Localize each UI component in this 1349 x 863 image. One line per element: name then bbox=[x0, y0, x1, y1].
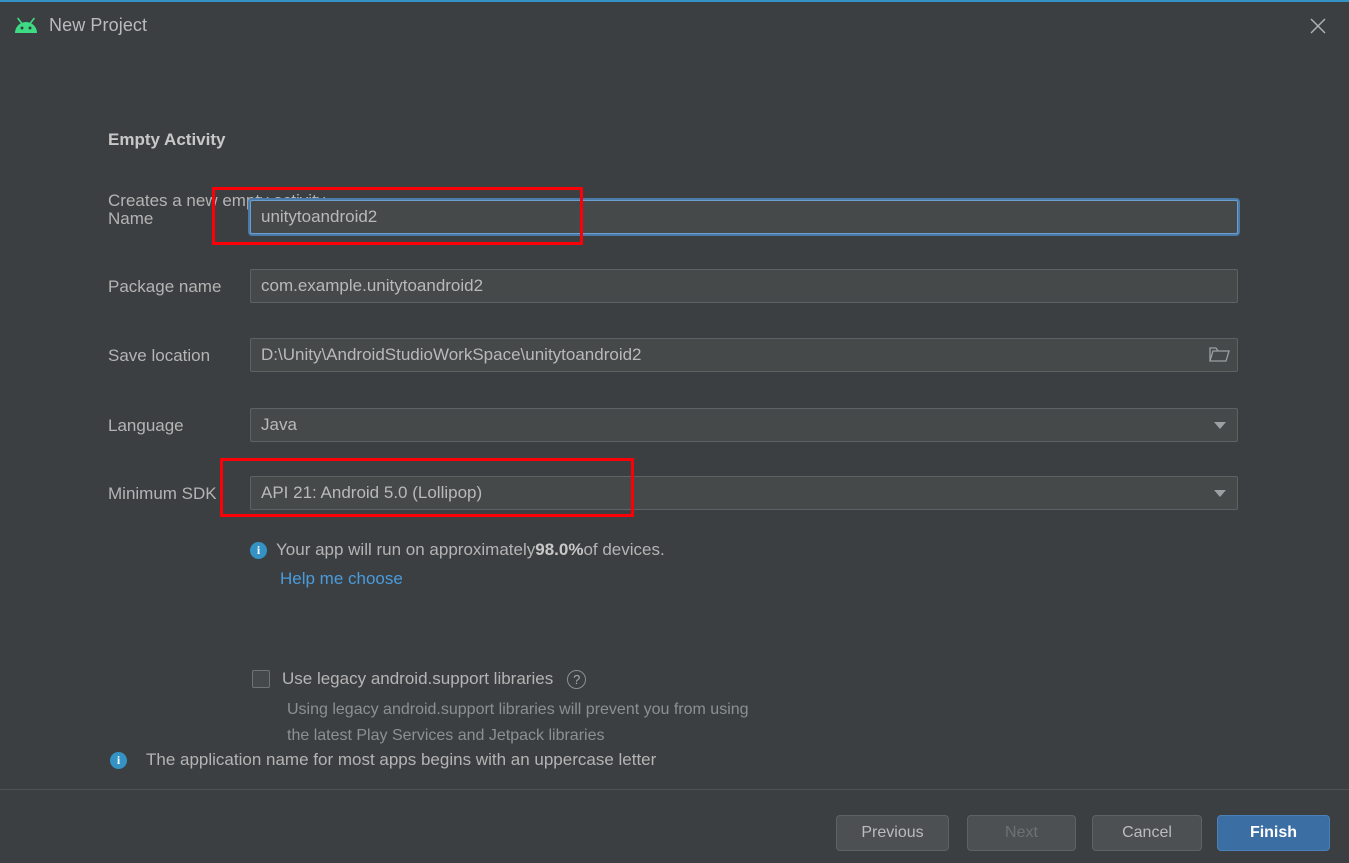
name-input[interactable]: unitytoandroid2 bbox=[250, 200, 1238, 234]
legacy-description-line1: Using legacy android.support libraries w… bbox=[287, 701, 749, 718]
window-title: New Project bbox=[49, 15, 148, 35]
dialog-body: Empty Activity Creates a new empty activ… bbox=[0, 49, 1349, 789]
chevron-down-icon-language[interactable] bbox=[1205, 408, 1235, 442]
language-label: Language bbox=[108, 416, 184, 435]
dialog-footer: Previous Next Cancel Finish bbox=[0, 789, 1349, 863]
use-legacy-libraries-row[interactable]: Use legacy android.support libraries ? bbox=[252, 669, 587, 689]
device-coverage-text-after: of devices. bbox=[583, 540, 665, 559]
device-coverage-percent: 98.0% bbox=[535, 540, 584, 559]
legacy-description-line2: the latest Play Services and Jetpack lib… bbox=[287, 727, 605, 744]
language-select[interactable]: Java bbox=[250, 408, 1238, 442]
device-coverage-text-before: Your app will run on approximately bbox=[276, 540, 536, 559]
minimum-sdk-value: API 21: Android 5.0 (Lollipop) bbox=[261, 483, 483, 502]
android-robot-icon bbox=[13, 15, 39, 37]
minimum-sdk-select[interactable]: API 21: Android 5.0 (Lollipop) bbox=[250, 476, 1238, 510]
cancel-button[interactable]: Cancel bbox=[1092, 815, 1202, 851]
minimum-sdk-label: Minimum SDK bbox=[108, 484, 217, 503]
next-button[interactable]: Next bbox=[967, 815, 1076, 851]
use-legacy-libraries-label[interactable]: Use legacy android.support libraries bbox=[282, 669, 553, 689]
question-mark-icon[interactable]: ? bbox=[567, 669, 587, 689]
new-project-dialog: New Project Empty Activity Creates a new… bbox=[0, 0, 1349, 863]
use-legacy-libraries-checkbox[interactable] bbox=[252, 670, 270, 688]
page-title: Empty Activity bbox=[108, 130, 226, 149]
validation-message-text: The application name for most apps begin… bbox=[146, 750, 657, 769]
save-location-value: D:\Unity\AndroidStudioWorkSpace\unitytoa… bbox=[261, 345, 642, 364]
device-coverage-info: i Your app will run on approximately 98.… bbox=[250, 540, 665, 560]
chevron-down-icon-sdk[interactable] bbox=[1205, 476, 1235, 510]
package-name-value: com.example.unitytoandroid2 bbox=[261, 276, 484, 295]
name-label: Name bbox=[108, 209, 154, 228]
validation-message: i The application name for most apps beg… bbox=[110, 750, 656, 770]
previous-button[interactable]: Previous bbox=[836, 815, 949, 851]
save-location-label: Save location bbox=[108, 346, 211, 365]
package-name-label: Package name bbox=[108, 277, 222, 296]
folder-icon[interactable] bbox=[1203, 338, 1237, 372]
close-icon[interactable] bbox=[1287, 2, 1349, 49]
name-input-value: unitytoandroid2 bbox=[261, 207, 378, 226]
language-value: Java bbox=[261, 415, 297, 434]
save-location-input[interactable]: D:\Unity\AndroidStudioWorkSpace\unitytoa… bbox=[250, 338, 1238, 372]
info-icon: i bbox=[250, 541, 267, 559]
help-me-choose-link[interactable]: Help me choose bbox=[280, 569, 403, 589]
info-icon: i bbox=[110, 751, 127, 769]
finish-button[interactable]: Finish bbox=[1217, 815, 1330, 851]
package-name-input[interactable]: com.example.unitytoandroid2 bbox=[250, 269, 1238, 303]
title-bar: New Project bbox=[0, 2, 1349, 49]
